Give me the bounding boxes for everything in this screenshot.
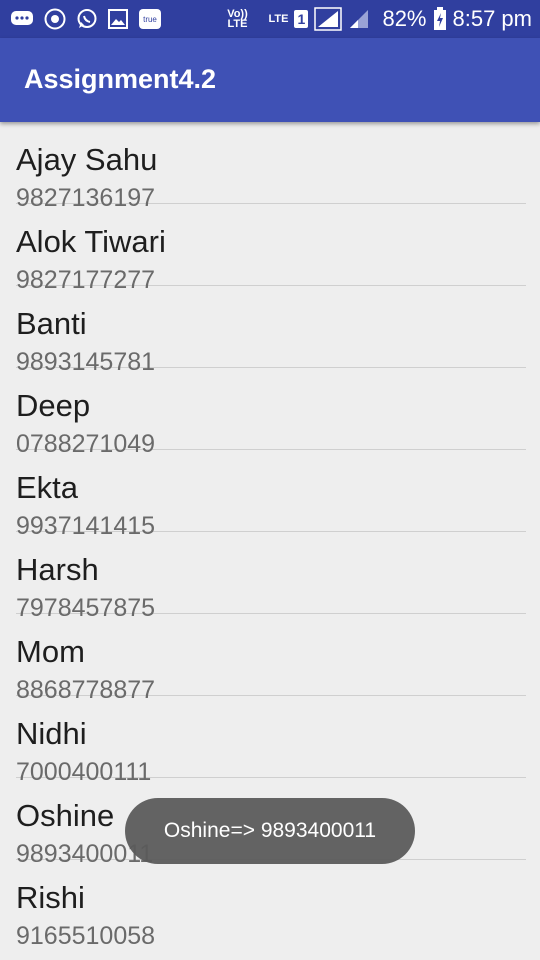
list-item[interactable]: Banti 9893145781 bbox=[16, 286, 526, 376]
list-item[interactable]: Mom 8868778877 bbox=[16, 614, 526, 704]
signal-secondary-icon bbox=[348, 9, 370, 29]
sim-indicator: 1 bbox=[294, 10, 309, 28]
contact-name: Oshine bbox=[16, 798, 115, 833]
lte-indicator: LTE bbox=[268, 13, 289, 25]
list-item[interactable]: Ajay Sahu 9827136197 bbox=[16, 122, 526, 212]
signal-icon bbox=[314, 7, 343, 31]
clock: 8:57 pm bbox=[452, 6, 533, 31]
contact-name: Banti bbox=[16, 306, 87, 341]
list-item[interactable]: Harsh 7978457875 bbox=[16, 532, 526, 622]
contact-name: Alok Tiwari bbox=[16, 224, 166, 259]
system-icons: Vo)) LTE LTE 1 82% 8:57 pm bbox=[226, 0, 532, 38]
contact-name: Ajay Sahu bbox=[16, 142, 158, 177]
app-bar: Assignment4.2 bbox=[0, 38, 540, 122]
list-item[interactable]: Nidhi 7000400111 bbox=[16, 696, 526, 786]
gallery-icon bbox=[108, 9, 128, 29]
status-bar: true Vo)) LTE LTE 1 82% 8:57 pm bbox=[0, 0, 540, 38]
contact-name: Ekta bbox=[16, 470, 79, 505]
contact-name: Mom bbox=[16, 634, 85, 669]
battery-percent: 82% bbox=[382, 6, 427, 31]
contact-name: Nidhi bbox=[16, 716, 87, 751]
volte-indicator: Vo)) LTE bbox=[227, 8, 248, 30]
list-item[interactable]: Alok Tiwari 9827177277 bbox=[16, 204, 526, 294]
notification-icons: true bbox=[0, 8, 162, 30]
contact-phone: 9165510058 bbox=[16, 922, 156, 950]
whatsapp-icon bbox=[76, 8, 98, 30]
toast-message: Oshine=> 9893400011 bbox=[125, 798, 415, 864]
battery-icon bbox=[433, 7, 447, 31]
list-item[interactable]: Deep 0788271049 bbox=[16, 368, 526, 458]
browser-icon bbox=[44, 8, 66, 30]
contact-name: Deep bbox=[16, 388, 91, 423]
contact-name: Rishi bbox=[16, 880, 85, 915]
page-title: Assignment4.2 bbox=[24, 64, 217, 94]
contact-name: Harsh bbox=[16, 552, 99, 587]
truecaller-icon: true bbox=[138, 8, 162, 30]
messages-icon bbox=[10, 9, 34, 29]
list-item[interactable]: Ekta 9937141415 bbox=[16, 450, 526, 540]
svg-text:true: true bbox=[143, 15, 157, 24]
list-item[interactable]: Rishi 9165510058 bbox=[16, 860, 526, 950]
